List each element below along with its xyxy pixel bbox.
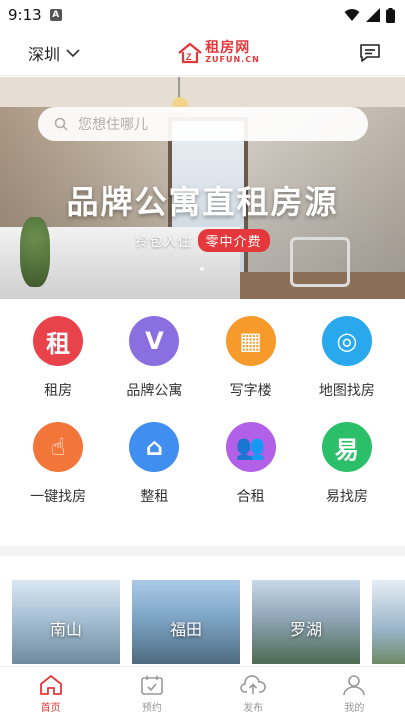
- banner-subtitle: 拎包入住: [135, 235, 192, 250]
- status-bar: 9:13 A: [0, 0, 405, 30]
- category-rent[interactable]: 租租房: [11, 316, 106, 400]
- banner-lamp-cord: [178, 77, 180, 99]
- category-easy-find[interactable]: 易易找房: [299, 422, 394, 506]
- category-label: 整租: [140, 489, 169, 505]
- category-map-search[interactable]: ◎ 地图找房: [299, 316, 394, 400]
- category-label: 写字楼: [229, 383, 272, 399]
- carousel-indicator: [200, 267, 204, 271]
- tab-label: 我的: [344, 702, 365, 714]
- category-brand-apartment[interactable]: V 品牌公寓: [107, 316, 202, 400]
- category-shared-rent[interactable]: 👥 合租: [203, 422, 298, 506]
- tab-home[interactable]: 首页: [11, 674, 91, 714]
- profile-icon: [343, 674, 366, 695]
- wifi-icon: [344, 9, 360, 21]
- home-icon: [39, 674, 62, 695]
- brand-apartment-icon: V: [129, 316, 180, 366]
- category-label: 易找房: [325, 489, 368, 505]
- upload-icon: [240, 674, 267, 694]
- tab-label: 发布: [243, 702, 264, 714]
- banner-subtitle-row: 拎包入住 零中介费: [0, 229, 405, 252]
- category-label: 一键找房: [30, 489, 87, 505]
- easy-find-icon: 易: [321, 422, 372, 472]
- banner-plant: [20, 217, 50, 287]
- tab-booking[interactable]: 预约: [112, 674, 192, 714]
- category-label: 地图找房: [318, 383, 375, 399]
- signal-icon: [366, 8, 380, 22]
- status-time: 9:13: [8, 6, 42, 24]
- app-header: 深圳 Z 租房网 ZUFUN.CN: [0, 30, 405, 76]
- message-icon: [360, 43, 380, 62]
- search-bar[interactable]: 您想住哪儿: [38, 107, 368, 141]
- search-placeholder: 您想住哪儿: [78, 117, 148, 133]
- category-quick-search[interactable]: ☝ 一键找房: [11, 422, 106, 506]
- city-label: 深圳: [28, 44, 61, 64]
- tab-label: 预约: [141, 702, 162, 714]
- district-card-nanshan[interactable]: 南山: [12, 580, 120, 664]
- battery-icon: [386, 7, 395, 23]
- category-label: 品牌公寓: [126, 383, 183, 399]
- map-compass-icon: ◎: [321, 316, 372, 366]
- district-label: 福田: [169, 620, 202, 639]
- city-selector[interactable]: 深圳: [28, 41, 80, 65]
- category-label: 合租: [236, 489, 265, 505]
- house-icon: ⌂: [129, 422, 180, 472]
- district-label: 罗湖: [289, 620, 322, 639]
- message-button[interactable]: [357, 40, 383, 66]
- svg-text:Z: Z: [186, 52, 192, 62]
- category-whole-rent[interactable]: ⌂ 整租: [107, 422, 202, 506]
- app-logo: Z 租房网 ZUFUN.CN: [177, 41, 260, 64]
- district-card-partial[interactable]: [372, 580, 405, 664]
- people-icon: 👥: [225, 422, 276, 472]
- search-icon: [54, 117, 68, 131]
- logo-text-en: ZUFUN.CN: [205, 55, 260, 64]
- tab-profile[interactable]: 我的: [314, 674, 394, 714]
- banner-badge: 零中介费: [197, 229, 270, 252]
- bottom-tab-bar: 首页 预约 发布 我的: [0, 666, 405, 720]
- category-grid: 租租房 V 品牌公寓 ▦ 写字楼 ◎ 地图找房 ☝ 一键找房 ⌂ 整租 👥 合租 易易找房: [0, 316, 405, 506]
- district-card-luohu[interactable]: 罗湖: [252, 580, 360, 664]
- tab-publish[interactable]: 发布: [213, 674, 293, 714]
- district-list: 南山 福田 罗湖: [12, 580, 405, 664]
- calendar-icon: [141, 675, 163, 695]
- banner-ceiling: [0, 77, 405, 107]
- tab-label: 首页: [40, 702, 61, 714]
- chevron-down-icon: [66, 48, 80, 57]
- office-building-icon: ▦: [225, 316, 276, 366]
- one-tap-icon: ☝: [33, 422, 84, 472]
- district-label: 南山: [49, 620, 82, 639]
- category-office[interactable]: ▦ 写字楼: [203, 316, 298, 400]
- section-divider: [0, 546, 405, 556]
- rent-icon: 租: [33, 316, 84, 366]
- house-logo-icon: Z: [178, 42, 202, 63]
- district-card-futian[interactable]: 福田: [132, 580, 240, 664]
- logo-text-cn: 租房网: [205, 40, 251, 56]
- banner-title: 品牌公寓直租房源: [66, 183, 339, 221]
- notification-icon: A: [49, 9, 62, 21]
- category-label: 租房: [44, 383, 73, 399]
- promo-banner[interactable]: 您想住哪儿 品牌公寓直租房源 拎包入住 零中介费: [0, 77, 405, 299]
